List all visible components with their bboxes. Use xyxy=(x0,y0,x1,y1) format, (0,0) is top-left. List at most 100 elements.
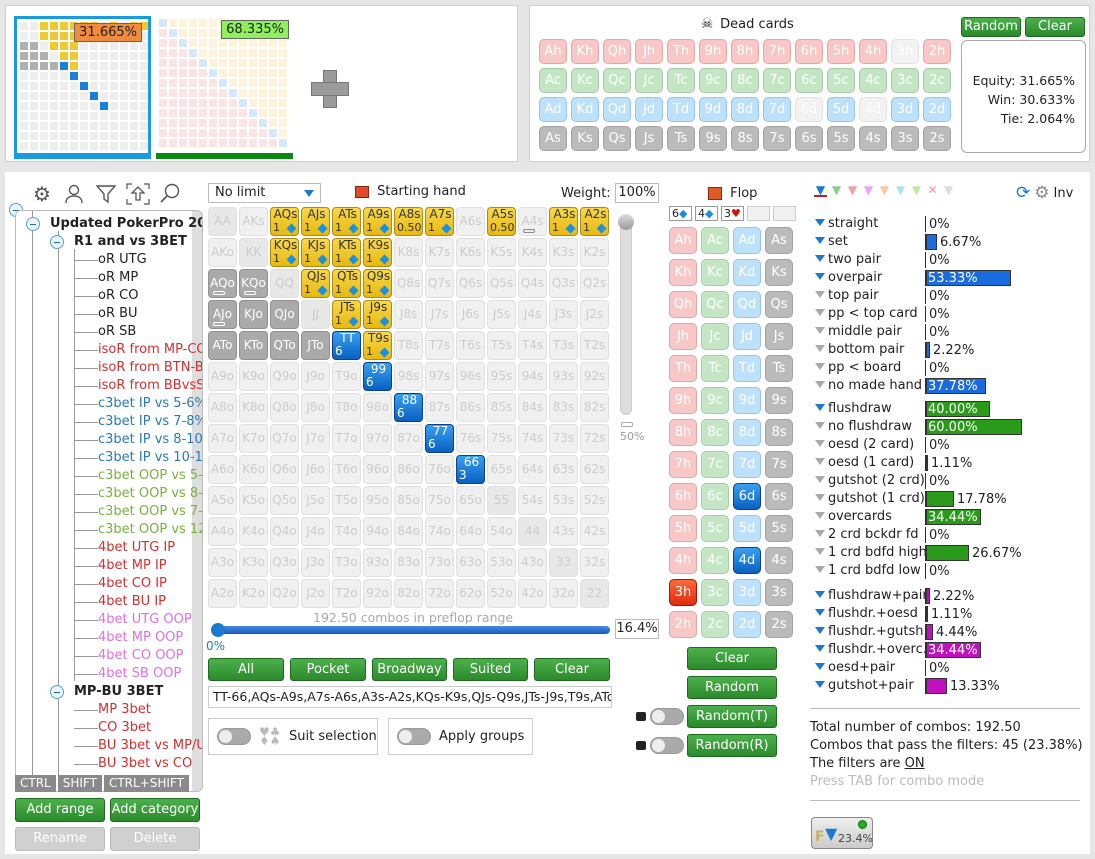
stat-row-straight[interactable]: straight 0% xyxy=(810,215,1090,233)
dead-card-5s[interactable]: 5s xyxy=(827,126,855,151)
tree-range-item[interactable]: oR BU xyxy=(98,305,138,323)
board-card-2c[interactable]: 2c xyxy=(701,611,729,638)
hand-cell-33[interactable]: 33 xyxy=(549,548,578,577)
tree-range-item[interactable]: isoR from MP-CO xyxy=(98,341,202,359)
tree-range-item[interactable]: 4bet MP OOP xyxy=(98,629,183,647)
board-card-Jc[interactable]: Jc xyxy=(701,323,729,350)
hand-cell-A8o[interactable]: A8o xyxy=(208,393,237,422)
hand-cell-A2o[interactable]: A2o xyxy=(208,579,237,608)
filter-icon[interactable] xyxy=(94,182,118,206)
hand-cell-JTo[interactable]: JTo xyxy=(301,331,330,360)
tree-range-item[interactable]: c3bet IP vs 10-15% xyxy=(98,449,202,467)
board-card-Ah[interactable]: Ah xyxy=(669,227,697,254)
filter-green-icon[interactable]: ▼ xyxy=(830,184,843,197)
range-text-input[interactable]: TT-66,AQs-A9s,A7s-A6s,A3s-A2s,KQs-K9s,QJ… xyxy=(208,686,612,708)
hand-cell-62s[interactable]: 62s xyxy=(580,455,609,484)
tree-range-item[interactable]: c3bet IP vs 7-8% xyxy=(98,413,202,431)
stat-row-top-pair[interactable]: top pair 0% xyxy=(810,287,1090,305)
random-t-lock-toggle[interactable] xyxy=(650,708,684,725)
hand-cell-96o[interactable]: 96o xyxy=(363,455,392,484)
filter-funnel-icon[interactable] xyxy=(815,591,825,598)
weight-input[interactable]: 100% xyxy=(615,183,659,203)
hand-cell-K6s[interactable]: K6s xyxy=(456,238,485,267)
hand-cell-76s[interactable]: 76s xyxy=(456,424,485,453)
hand-cell-AJs[interactable]: AJs 1 xyxy=(301,207,330,236)
stat-row-no-flushdraw[interactable]: no flushdraw 60.00% xyxy=(810,418,1090,436)
suit-selection-toggle[interactable] xyxy=(217,728,251,745)
dead-card-7d[interactable]: 7d xyxy=(763,97,791,122)
stat-row-flushdraw-pair[interactable]: flushdraw+pair 2.22% xyxy=(810,587,1090,605)
hand-cell-QJs[interactable]: QJs 1 xyxy=(301,269,330,298)
hand-cell-J4s[interactable]: J4s xyxy=(518,300,547,329)
filter-funnel-icon[interactable] xyxy=(815,237,825,244)
hand-cell-86o[interactable]: 86o xyxy=(394,455,423,484)
board-card-9h[interactable]: 9h xyxy=(669,387,697,414)
dead-card-6h[interactable]: 6h xyxy=(795,39,823,64)
hand-cell-J4o[interactable]: J4o xyxy=(301,517,330,546)
tree-range-item[interactable]: c3bet OOP vs 7-8% xyxy=(98,503,202,521)
range-percent-slider[interactable] xyxy=(211,623,610,637)
hand-cell-J5s[interactable]: J5s xyxy=(487,300,516,329)
dead-card-4c[interactable]: 4c xyxy=(859,68,887,93)
hand-cell-85o[interactable]: 85o xyxy=(394,486,423,515)
shift-key[interactable]: SHIFT xyxy=(57,775,102,792)
hand-cell-T4o[interactable]: T4o xyxy=(332,517,361,546)
hand-cell-87s[interactable]: 87s xyxy=(425,393,454,422)
hand-cell-95o[interactable]: 95o xyxy=(363,486,392,515)
board-card-Qc[interactable]: Qc xyxy=(701,291,729,318)
random-r-lock-toggle[interactable] xyxy=(650,737,684,754)
stat-row-no-made-hand[interactable]: no made hand 37.78% xyxy=(810,377,1090,395)
board-card-7d[interactable]: 7d xyxy=(733,451,761,478)
flop-slot[interactable] xyxy=(747,206,770,221)
dead-card-9d[interactable]: 9d xyxy=(699,97,727,122)
hand-cell-53s[interactable]: 53s xyxy=(549,486,578,515)
dead-card-Jh[interactable]: Jh xyxy=(635,39,663,64)
hand-cell-88[interactable]: 88 6 xyxy=(394,393,423,422)
add-player-plus-icon[interactable] xyxy=(311,70,349,108)
stat-row-gutshot-pair[interactable]: gutshot+pair 13.33% xyxy=(810,677,1090,695)
dead-card-7c[interactable]: 7c xyxy=(763,68,791,93)
tree-category[interactable]: R1 and vs 3BET xyxy=(74,233,187,251)
hand-cell-96s[interactable]: 96s xyxy=(456,362,485,391)
dead-card-Kd[interactable]: Kd xyxy=(571,97,599,122)
filter-funnel-icon[interactable] xyxy=(815,404,825,411)
board-card-Qh[interactable]: Qh xyxy=(669,291,697,318)
tree-range-item[interactable]: 4bet UTG OOP xyxy=(98,611,192,629)
dead-card-Ac[interactable]: Ac xyxy=(539,68,567,93)
ctrl-key[interactable]: CTRL xyxy=(15,775,56,792)
hand-cell-A8s[interactable]: A8s 0.50 xyxy=(394,207,423,236)
hand-cell-74s[interactable]: 74s xyxy=(518,424,547,453)
hand-cell-32o[interactable]: 32o xyxy=(549,579,578,608)
dead-card-6s[interactable]: 6s xyxy=(795,126,823,151)
board-card-6s[interactable]: 6s xyxy=(765,483,793,510)
tree-range-item[interactable]: 4bet BU IP xyxy=(98,593,166,611)
board-card-8s[interactable]: 8s xyxy=(765,419,793,446)
hand-cell-A6o[interactable]: A6o xyxy=(208,455,237,484)
hand-cell-KTo[interactable]: KTo xyxy=(239,331,268,360)
hand-cell-63o[interactable]: 63o xyxy=(456,548,485,577)
filter-funnel-icon[interactable] xyxy=(815,345,825,352)
hand-cell-T8s[interactable]: T8s xyxy=(394,331,423,360)
hand-cell-42o[interactable]: 42o xyxy=(518,579,547,608)
tree-range-item[interactable]: isoR from BBvsSB xyxy=(98,377,202,395)
filter-funnel-icon[interactable] xyxy=(815,219,825,226)
board-card-Kd[interactable]: Kd xyxy=(733,259,761,286)
stat-row-middle-pair[interactable]: middle pair 0% xyxy=(810,323,1090,341)
hand-cell-Q7s[interactable]: Q7s xyxy=(425,269,454,298)
board-card-8d[interactable]: 8d xyxy=(733,419,761,446)
board-card-Qs[interactable]: Qs xyxy=(765,291,793,318)
dead-clear-button[interactable]: Clear xyxy=(1025,17,1085,37)
hand-cell-83s[interactable]: 83s xyxy=(549,393,578,422)
hand-cell-Q4s[interactable]: Q4s xyxy=(518,269,547,298)
hand-cell-A9o[interactable]: A9o xyxy=(208,362,237,391)
tree-range-item[interactable]: oR CO xyxy=(98,287,138,305)
filter-funnel-icon[interactable] xyxy=(815,530,825,537)
filter-lime-icon[interactable]: ▼ xyxy=(910,184,923,197)
hand-cell-TT[interactable]: TT 6 xyxy=(332,331,361,360)
player2-range-thumbnail[interactable]: 68.335% xyxy=(156,16,293,159)
hand-cell-Q7o[interactable]: Q7o xyxy=(270,424,299,453)
filter-funnel-icon[interactable] xyxy=(815,663,825,670)
hand-cell-J7s[interactable]: J7s xyxy=(425,300,454,329)
hand-cell-42s[interactable]: 42s xyxy=(580,517,609,546)
tree-range-item[interactable]: c3bet OOP vs 5-6% xyxy=(98,467,202,485)
